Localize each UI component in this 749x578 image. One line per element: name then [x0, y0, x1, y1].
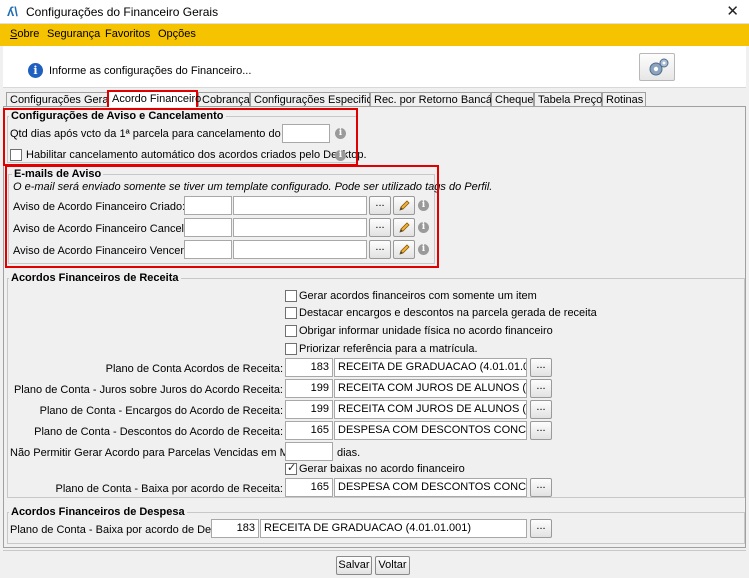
despesa-title: Acordos Financeiros de Despesa [9, 506, 187, 518]
plano-acordos-receita-lookup-button[interactable]: ... [530, 358, 552, 377]
info-icon: i [28, 63, 43, 78]
plano-descontos-lookup-button[interactable]: ... [530, 421, 552, 440]
gerar-somente-um-item-checkbox[interactable] [285, 290, 297, 302]
plano-descontos-label: Plano de Conta - Descontos do Acordo de … [34, 426, 283, 438]
info-bar: i Informe as configurações do Financeiro… [3, 46, 746, 88]
obrigar-unidade-checkbox[interactable] [285, 325, 297, 337]
bottom-separator [3, 550, 746, 551]
plano-baixa-despesa-lookup-button[interactable]: ... [530, 519, 552, 538]
plano-acordos-receita-desc-input[interactable]: RECEITA DE GRADUACAO (4.01.01.001) [334, 358, 527, 377]
plano-juros-code-input[interactable]: 199 [285, 379, 333, 398]
destacar-encargos-label: Destacar encargos e descontos na parcela… [299, 307, 597, 319]
plano-encargos-desc-input[interactable]: RECEITA COM JUROS DE ALUNOS (4.01.02.00 [334, 400, 527, 419]
plano-encargos-lookup-button[interactable]: ... [530, 400, 552, 419]
highlight-box-aviso [3, 108, 358, 166]
obrigar-unidade-label: Obrigar informar unidade física no acord… [299, 325, 553, 337]
nao-permitir-label: Não Permitir Gerar Acordo para Parcelas … [10, 447, 328, 459]
gerar-baixas-checkbox[interactable] [285, 461, 297, 475]
plano-baixa-receita-lookup-button[interactable]: ... [530, 478, 552, 497]
destacar-encargos-checkbox[interactable] [285, 307, 297, 319]
priorizar-referencia-checkbox[interactable] [285, 343, 297, 355]
plano-baixa-receita-label: Plano de Conta - Baixa por acordo de Rec… [55, 483, 283, 495]
plano-baixa-despesa-label: Plano de Conta - Baixa por acordo de Des… [10, 524, 244, 536]
plano-descontos-code-input[interactable]: 165 [285, 421, 333, 440]
menu-seguranca[interactable]: Segurança [47, 28, 100, 40]
menu-sobre[interactable]: Sobre [10, 28, 39, 40]
plano-encargos-label: Plano de Conta - Encargos do Acordo de R… [39, 405, 283, 417]
app-logo-icon: ʎ\ [7, 4, 18, 19]
plano-baixa-despesa-code-input[interactable]: 183 [211, 519, 259, 538]
tab-strip: Configurações Gerais Acordo Financeiro C… [3, 90, 746, 107]
tab-rotinas[interactable]: Rotinas [602, 92, 646, 107]
gerar-somente-um-item-label: Gerar acordos financeiros com somente um… [299, 290, 537, 302]
nao-permitir-dias-input[interactable] [285, 442, 333, 461]
gerar-baixas-label: Gerar baixas no acordo financeiro [299, 463, 465, 475]
voltar-button[interactable]: Voltar [375, 556, 410, 575]
settings-button[interactable] [639, 53, 675, 81]
plano-descontos-desc-input[interactable]: DESPESA COM DESCONTOS CONCEDIDOS (: [334, 421, 527, 440]
receita-title: Acordos Financeiros de Receita [9, 272, 181, 284]
tab-rec-retorno-bancario[interactable]: Rec. por Retorno Bancário [370, 92, 504, 107]
plano-encargos-code-input[interactable]: 199 [285, 400, 333, 419]
highlight-box-emails [5, 165, 439, 268]
plano-juros-desc-input[interactable]: RECEITA COM JUROS DE ALUNOS (4.01.02.00 [334, 379, 527, 398]
menu-opcoes[interactable]: Opções [158, 28, 196, 40]
tab-configuracoes-especificas[interactable]: Configurações Especificas [250, 92, 384, 107]
tab-cheque[interactable]: Cheque [491, 92, 534, 107]
plano-baixa-receita-desc-input[interactable]: DESPESA COM DESCONTOS CONCEDIDOS (: [334, 478, 527, 497]
salvar-button[interactable]: Salvar [336, 556, 372, 575]
tab-tabela-precos[interactable]: Tabela Preços [534, 92, 608, 107]
plano-juros-label: Plano de Conta - Juros sobre Juros do Ac… [13, 384, 283, 396]
plano-baixa-receita-code-input[interactable]: 165 [285, 478, 333, 497]
title-bar: ʎ\ Configurações do Financeiro Gerais ✕ [0, 0, 749, 24]
info-text: Informe as configurações do Financeiro..… [49, 65, 252, 77]
gears-icon [649, 58, 669, 76]
plano-acordos-receita-code-input[interactable]: 183 [285, 358, 333, 377]
plano-juros-lookup-button[interactable]: ... [530, 379, 552, 398]
dias-label: dias. [337, 447, 361, 459]
tab-acordo-financeiro[interactable]: Acordo Financeiro [107, 90, 201, 107]
plano-baixa-despesa-desc-input[interactable]: RECEITA DE GRADUACAO (4.01.01.001) [260, 519, 527, 538]
plano-acordos-receita-label: Plano de Conta Acordos de Receita: [105, 363, 283, 375]
menu-favoritos[interactable]: Favoritos [105, 28, 150, 40]
window-title: Configurações do Financeiro Gerais [26, 5, 219, 19]
menu-bar: Sobre Segurança Favoritos Opções [0, 24, 749, 46]
tab-configuracoes-gerais[interactable]: Configurações Gerais [6, 92, 116, 107]
priorizar-referencia-label: Priorizar referência para a matrícula. [299, 343, 478, 355]
close-icon[interactable]: ✕ [726, 2, 739, 20]
tab-cobranca[interactable]: Cobrança [198, 92, 250, 107]
